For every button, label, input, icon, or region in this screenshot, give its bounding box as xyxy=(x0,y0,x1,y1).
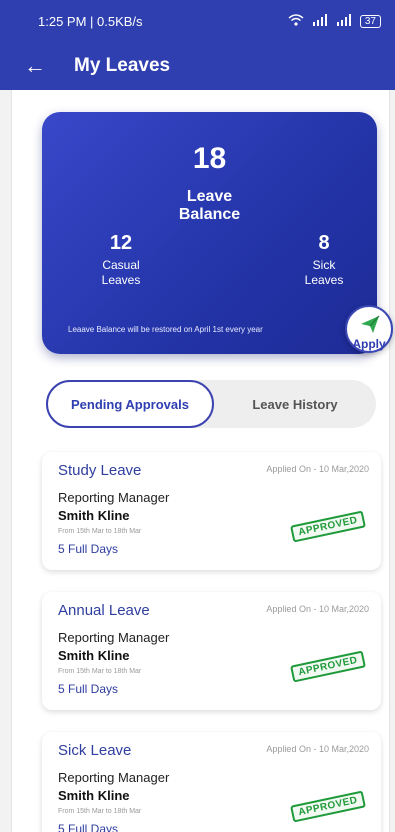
balance-restore-note: Leaave Balance will be restored on April… xyxy=(68,325,263,334)
leave-balance-label-line2: Balance xyxy=(178,206,241,223)
manager-name: Smith Kline xyxy=(58,648,130,663)
tab-leave-history[interactable]: Leave History xyxy=(214,380,376,428)
leave-duration: 5 Full Days xyxy=(58,542,119,556)
back-arrow-icon[interactable]: ← xyxy=(24,53,60,79)
manager-role: Reporting Manager xyxy=(58,490,170,505)
send-icon xyxy=(361,315,380,333)
sick-leaves-count: 8 xyxy=(318,232,330,254)
approved-stamp: APPROVED xyxy=(290,510,367,543)
casual-label-line2: Leaves xyxy=(101,273,141,287)
leave-balance-card: 18 Leave Balance 12 Casual Leaves 8 Sick… xyxy=(42,112,377,354)
leave-type: Study Leave xyxy=(58,462,142,479)
leave-date-range: From 15th Mar to 18th Mar xyxy=(58,668,142,675)
applied-date: Applied On - 10 Mar,2020 xyxy=(266,464,369,474)
tab-pending-approvals[interactable]: Pending Approvals xyxy=(46,380,214,428)
leave-balance-label-line1: Leave xyxy=(186,188,233,205)
leave-request-card[interactable]: Annual Leave Applied On - 10 Mar,2020 Re… xyxy=(42,592,381,710)
leave-balance-total: 18 xyxy=(192,142,227,175)
phone-left-bezel xyxy=(0,0,12,832)
casual-leaves-count: 12 xyxy=(109,232,133,254)
sick-leaves-summary: 8 Sick Leaves xyxy=(289,232,359,288)
sick-leaves-label: Sick Leaves xyxy=(289,258,359,288)
battery-icon: 37 xyxy=(359,14,381,28)
leave-date-range: From 15th Mar to 18th Mar xyxy=(58,528,142,535)
manager-role: Reporting Manager xyxy=(58,770,170,785)
phone-right-bezel xyxy=(389,90,395,832)
sick-label-line2: Leaves xyxy=(304,273,344,287)
status-time: 1:25 PM | 0.5KB/s xyxy=(38,13,143,29)
approved-stamp: APPROVED xyxy=(290,650,367,683)
page-title: My Leaves xyxy=(74,55,171,76)
wifi-icon xyxy=(288,13,304,29)
leave-type: Annual Leave xyxy=(58,602,150,619)
casual-leaves-label: Casual Leaves xyxy=(76,258,166,288)
leave-date-range: From 15th Mar to 18th Mar xyxy=(58,808,142,815)
casual-leaves-summary: 12 Casual Leaves xyxy=(76,232,166,288)
status-icons: 37 xyxy=(288,13,381,29)
sick-label-line1: Sick xyxy=(312,258,336,272)
leave-duration: 5 Full Days xyxy=(58,682,119,696)
apply-leave-button[interactable]: Apply xyxy=(345,305,393,353)
app-bar: ← My Leaves xyxy=(0,42,395,90)
applied-date: Applied On - 10 Mar,2020 xyxy=(266,604,369,614)
signal-icon xyxy=(312,13,328,29)
leave-balance-label: Leave Balance xyxy=(42,188,377,224)
manager-name: Smith Kline xyxy=(58,788,130,803)
leave-type: Sick Leave xyxy=(58,742,132,759)
applied-date: Applied On - 10 Mar,2020 xyxy=(266,744,369,754)
status-bar: 1:25 PM | 0.5KB/s 37 xyxy=(0,0,395,42)
approved-stamp: APPROVED xyxy=(290,790,367,823)
leave-request-card[interactable]: Sick Leave Applied On - 10 Mar,2020 Repo… xyxy=(42,732,381,832)
leave-request-card[interactable]: Study Leave Applied On - 10 Mar,2020 Rep… xyxy=(42,452,381,570)
leave-tabs: Pending Approvals Leave History xyxy=(46,380,376,428)
signal-icon-2 xyxy=(336,13,352,29)
manager-name: Smith Kline xyxy=(58,508,130,523)
leave-duration: 5 Full Days xyxy=(58,822,119,832)
manager-role: Reporting Manager xyxy=(58,630,170,645)
apply-label: Apply xyxy=(352,337,386,351)
casual-label-line1: Casual xyxy=(102,258,140,272)
